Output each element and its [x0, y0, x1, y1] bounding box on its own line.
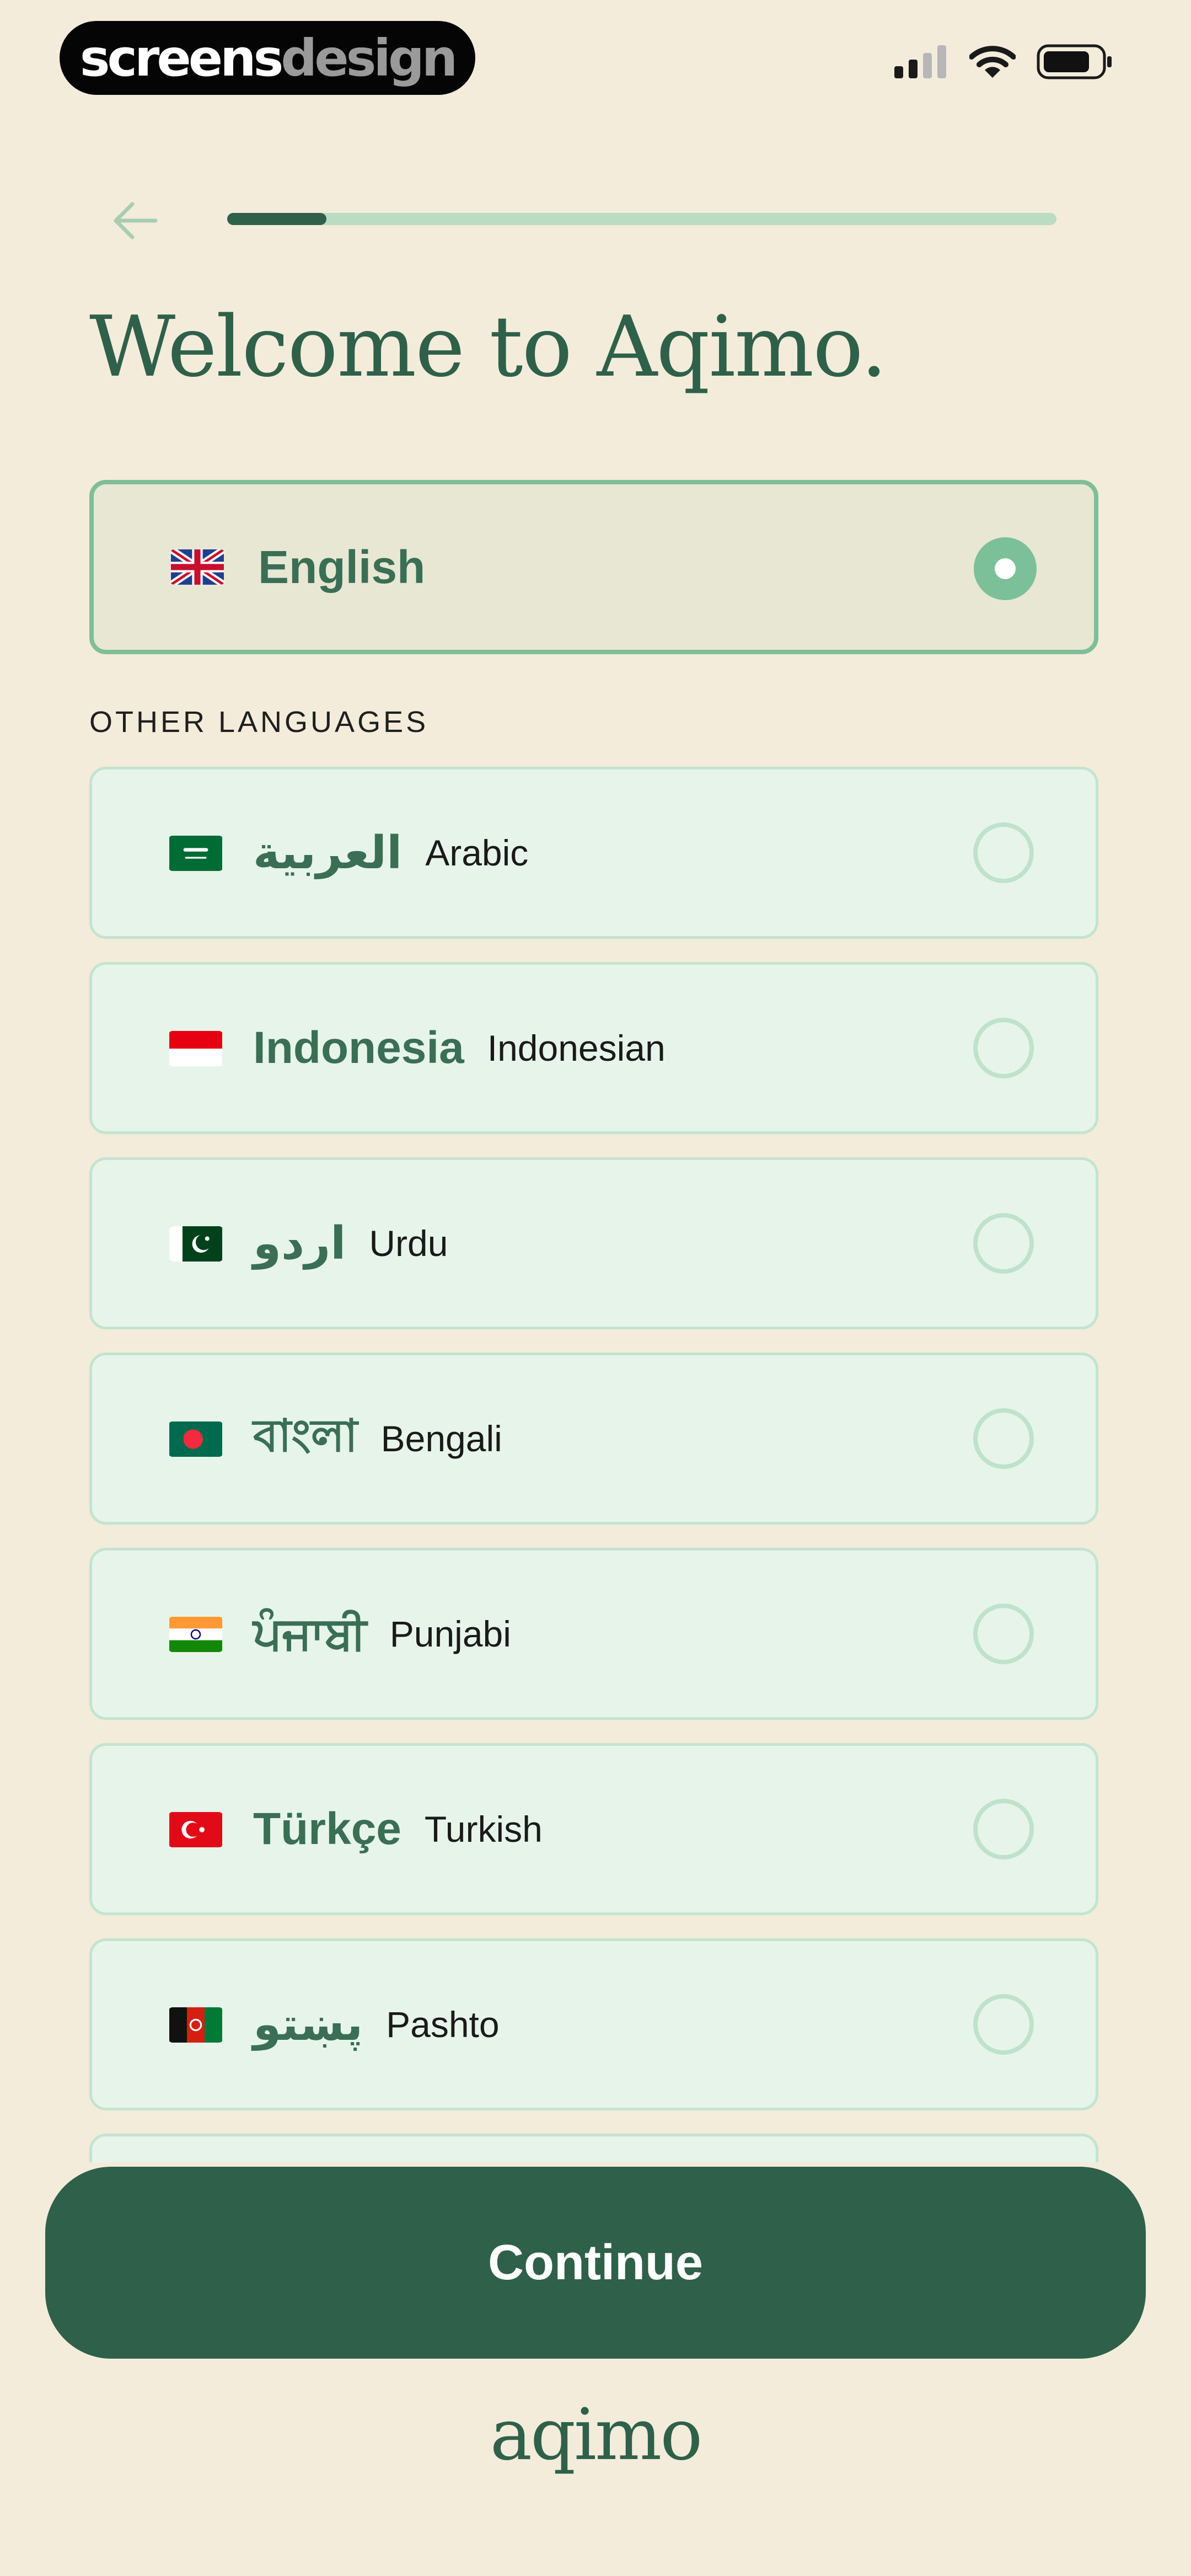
- language-option-arabic[interactable]: العربية Arabic: [89, 767, 1098, 939]
- language-english-name: Arabic: [425, 832, 529, 873]
- onboarding-progress-bar: [227, 213, 1056, 225]
- radio-unselected-icon[interactable]: [973, 822, 1034, 883]
- radio-unselected-icon[interactable]: [973, 1018, 1034, 1078]
- language-native-name: Indonesia: [253, 1023, 464, 1073]
- radio-unselected-icon[interactable]: [973, 1994, 1034, 2055]
- brand-watermark: screens design: [60, 21, 475, 95]
- indonesia-flag-icon: [169, 1031, 222, 1066]
- language-english-name: Bengali: [380, 1418, 502, 1459]
- other-languages-label: OTHER LANGUAGES: [89, 706, 429, 739]
- saudi-flag-icon: [169, 836, 222, 871]
- turkey-flag-icon: [169, 1812, 222, 1847]
- language-native-name: বাংলা: [253, 1410, 358, 1461]
- language-option-pashto[interactable]: پښتو Pashto: [89, 1938, 1098, 2110]
- radio-unselected-icon[interactable]: [973, 1799, 1034, 1859]
- brand-part-1: screens: [79, 28, 284, 88]
- language-english-name: Urdu: [369, 1223, 448, 1264]
- radio-unselected-icon[interactable]: [973, 1213, 1034, 1274]
- continue-button[interactable]: Continue: [45, 2167, 1146, 2359]
- language-option-indonesian[interactable]: Indonesia Indonesian: [89, 962, 1098, 1134]
- language-list[interactable]: العربية Arabic Indonesia Indonesian اردو…: [89, 767, 1098, 2162]
- language-native-name: ਪੰਜਾਬੀ: [253, 1608, 367, 1659]
- brand-part-2: design: [281, 28, 458, 88]
- language-option-punjabi[interactable]: ਪੰਜਾਬੀ Punjabi: [89, 1548, 1098, 1720]
- progress-fill: [227, 213, 327, 225]
- language-option-partial[interactable]: [89, 2134, 1098, 2162]
- language-native-name: العربية: [253, 827, 403, 878]
- page-title: Welcome to Aqimo.: [89, 298, 887, 396]
- language-native-name: اردو: [253, 1218, 346, 1269]
- cellular-signal-icon: [894, 45, 946, 78]
- language-english-name: Turkish: [424, 1809, 543, 1850]
- language-english-name: Indonesian: [487, 1028, 666, 1068]
- footer-logo: aqimo: [490, 2394, 703, 2476]
- language-option-urdu[interactable]: اردو Urdu: [89, 1157, 1098, 1329]
- radio-unselected-icon[interactable]: [973, 1408, 1034, 1469]
- status-bar: screens design: [0, 0, 1191, 110]
- selected-language-card[interactable]: English: [89, 480, 1098, 654]
- back-arrow-icon[interactable]: [110, 199, 160, 243]
- language-english-name: Pashto: [386, 2004, 500, 2045]
- radio-unselected-icon[interactable]: [973, 1604, 1034, 1664]
- radio-selected-icon[interactable]: [974, 537, 1037, 600]
- language-option-turkish[interactable]: Türkçe Turkish: [89, 1743, 1098, 1915]
- bangladesh-flag-icon: [169, 1421, 222, 1457]
- system-icons: [893, 44, 1114, 79]
- afghanistan-flag-icon: [169, 2007, 222, 2043]
- india-flag-icon: [169, 1617, 222, 1652]
- language-native-name: پښتو: [253, 1999, 363, 2050]
- wifi-icon: [969, 46, 1016, 78]
- language-english-name: Punjabi: [389, 1613, 511, 1654]
- language-option-bengali[interactable]: বাংলা Bengali: [89, 1353, 1098, 1525]
- selected-language-name: English: [258, 541, 426, 593]
- uk-flag-icon: [170, 549, 225, 585]
- language-native-name: Türkçe: [253, 1804, 401, 1854]
- pakistan-flag-icon: [169, 1226, 222, 1262]
- battery-icon: [1037, 44, 1112, 79]
